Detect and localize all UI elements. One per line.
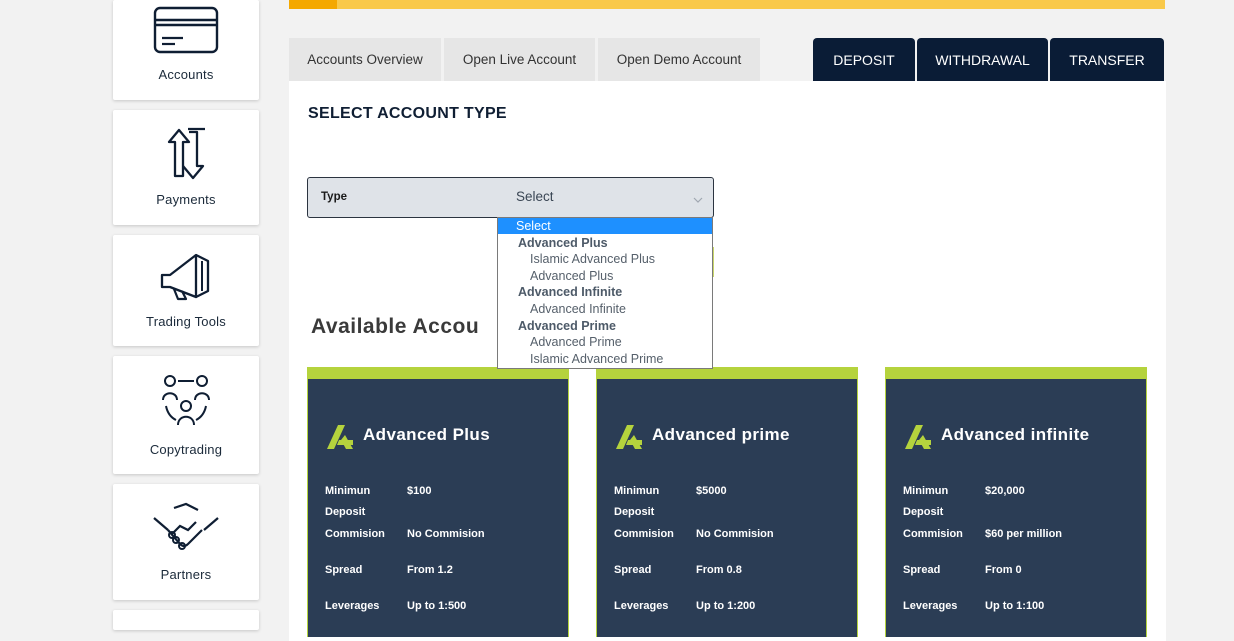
select-value: Select bbox=[516, 189, 554, 204]
min-deposit-label: Minimun bbox=[903, 485, 949, 497]
dropdown-option[interactable]: Islamic Advanced Prime bbox=[498, 351, 712, 367]
spread-value: From 0 bbox=[985, 564, 1022, 576]
dropdown-option[interactable]: Advanced Infinite bbox=[498, 301, 712, 317]
sidebar-item-more[interactable] bbox=[113, 610, 259, 630]
commission-value: No Commision bbox=[696, 528, 774, 540]
account-card-advanced-prime[interactable]: Advanced prime Minimun Deposit $5000 Com… bbox=[596, 367, 858, 637]
dropdown-group-advanced-plus: Advanced Plus bbox=[518, 235, 608, 250]
min-deposit-label: Minimun bbox=[614, 485, 660, 497]
tab-open-demo-account[interactable]: Open Demo Account bbox=[598, 38, 760, 81]
chevron-down-icon bbox=[693, 191, 703, 209]
leverage-value: Up to 1:100 bbox=[985, 600, 1045, 612]
withdrawal-button[interactable]: WITHDRAWAL bbox=[917, 38, 1048, 81]
spread-value: From 0.8 bbox=[696, 564, 742, 576]
available-accounts-title: Available Accou bbox=[311, 315, 480, 338]
type-label: Type bbox=[321, 191, 347, 203]
dropdown-option[interactable]: Islamic Advanced Plus bbox=[498, 251, 712, 267]
leverage-value: Up to 1:200 bbox=[696, 600, 756, 612]
sidebar-item-label: Payments bbox=[156, 192, 216, 207]
min-deposit-value: $5000 bbox=[696, 485, 727, 497]
account-type-dropdown[interactable]: Select Advanced Plus Islamic Advanced Pl… bbox=[497, 217, 713, 369]
tab-open-live-account[interactable]: Open Live Account bbox=[444, 38, 595, 81]
page-title: SELECT ACCOUNT TYPE bbox=[308, 105, 507, 122]
account-card-advanced-plus[interactable]: Advanced Plus Minimun Deposit $100 Commi… bbox=[307, 367, 569, 637]
leverage-label: Leverages bbox=[903, 600, 958, 612]
handshake-icon bbox=[113, 500, 259, 556]
account-type-select[interactable]: Select bbox=[508, 178, 713, 217]
dropdown-group-advanced-prime: Advanced Prime bbox=[518, 318, 616, 333]
leverage-value: Up to 1:500 bbox=[407, 600, 467, 612]
account-name: Advanced prime bbox=[652, 425, 790, 444]
deposit-button[interactable]: DEPOSIT bbox=[813, 38, 915, 81]
sidebar-item-label: Accounts bbox=[158, 67, 214, 82]
account-name: Advanced infinite bbox=[941, 425, 1090, 444]
sidebar-item-label: Partners bbox=[160, 567, 212, 582]
leverage-label: Leverages bbox=[614, 600, 669, 612]
account-card-advanced-infinite[interactable]: Advanced infinite Minimun Deposit $20,00… bbox=[885, 367, 1147, 637]
brand-logo-icon bbox=[903, 423, 933, 456]
tab-accounts-overview[interactable]: Accounts Overview bbox=[289, 38, 441, 81]
spread-label: Spread bbox=[903, 564, 941, 576]
min-deposit-label: Minimun bbox=[325, 485, 371, 497]
spread-label: Spread bbox=[614, 564, 652, 576]
dropdown-option[interactable]: Advanced Plus bbox=[498, 268, 712, 284]
commission-value: No Commision bbox=[407, 528, 485, 540]
progress-bar-segment bbox=[289, 0, 337, 9]
min-deposit-label-2: Deposit bbox=[325, 506, 366, 518]
sidebar-item-label: Copytrading bbox=[149, 442, 223, 457]
commission-value: $60 per million bbox=[985, 528, 1063, 540]
credit-card-icon bbox=[113, 5, 259, 55]
dropdown-option[interactable]: Advanced Prime bbox=[498, 334, 712, 350]
commission-label: Commision bbox=[325, 528, 385, 540]
leverage-label: Leverages bbox=[325, 600, 380, 612]
min-deposit-value: $20,000 bbox=[985, 485, 1025, 497]
dropdown-group-advanced-infinite: Advanced Infinite bbox=[518, 285, 623, 300]
progress-bar bbox=[289, 0, 1165, 9]
min-deposit-label-2: Deposit bbox=[614, 506, 655, 518]
megaphone-icon bbox=[113, 251, 259, 301]
sidebar-item-accounts[interactable]: Accounts bbox=[113, 0, 259, 100]
spread-value: From 1.2 bbox=[407, 564, 453, 576]
transfer-arrows-icon bbox=[113, 126, 259, 182]
dropdown-option-select[interactable]: Select bbox=[498, 218, 712, 234]
transfer-button[interactable]: TRANSFER bbox=[1050, 38, 1164, 81]
sidebar-item-copytrading[interactable]: Copytrading bbox=[113, 356, 259, 474]
sidebar-item-partners[interactable]: Partners bbox=[113, 484, 259, 600]
spread-label: Spread bbox=[325, 564, 363, 576]
commission-label: Commision bbox=[614, 528, 674, 540]
sidebar-item-payments[interactable]: Payments bbox=[113, 110, 259, 225]
min-deposit-value: $100 bbox=[407, 485, 432, 497]
account-name: Advanced Plus bbox=[363, 425, 491, 444]
brand-logo-icon bbox=[614, 423, 644, 456]
min-deposit-label-2: Deposit bbox=[903, 506, 944, 518]
sidebar-item-label: Trading Tools bbox=[146, 314, 226, 329]
commission-label: Commision bbox=[903, 528, 963, 540]
account-type-field: Type Select bbox=[307, 177, 714, 218]
brand-logo-icon bbox=[325, 423, 355, 456]
people-network-icon bbox=[113, 372, 259, 428]
sidebar-item-trading-tools[interactable]: Trading Tools bbox=[113, 235, 259, 346]
